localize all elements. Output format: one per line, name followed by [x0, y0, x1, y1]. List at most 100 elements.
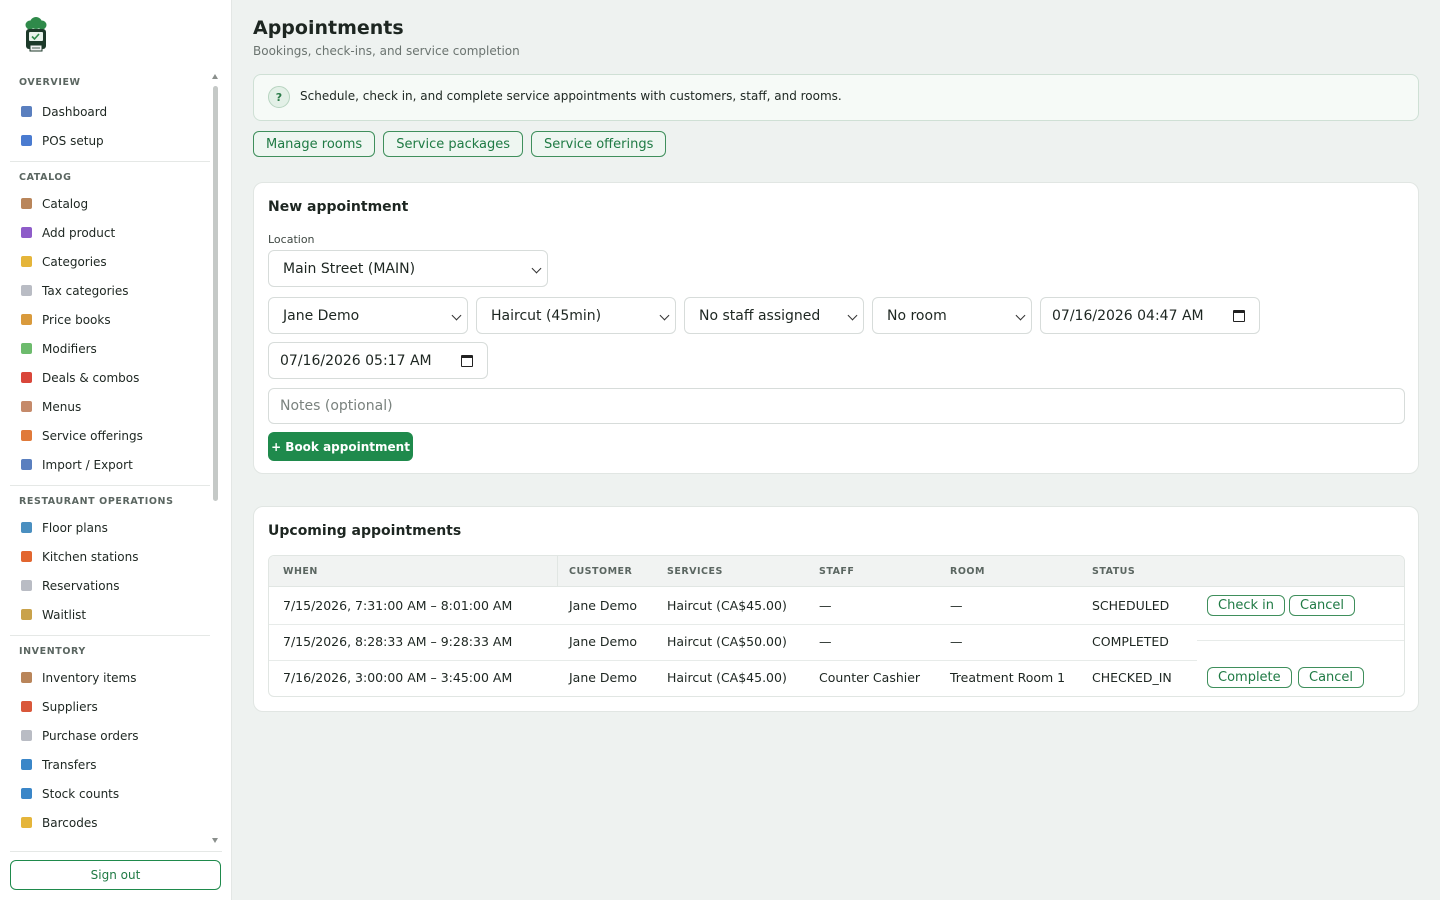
cancel-button[interactable]: Cancel	[1289, 595, 1356, 616]
page-title: Appointments	[253, 17, 404, 39]
sidebar-item-deals-combos[interactable]: Deals & combos	[0, 363, 222, 392]
service-select-value: Haircut (45min)	[491, 307, 602, 324]
plus-icon	[21, 227, 32, 238]
app-logo-icon	[25, 17, 47, 52]
complete-button[interactable]: Complete	[1207, 667, 1292, 688]
sidebar-item-label: Floor plans	[42, 520, 108, 535]
sidebar-item-label: Barcodes	[42, 815, 98, 830]
sidebar-item-tax-categories[interactable]: Tax categories	[0, 276, 222, 305]
info-text: Schedule, check in, and complete service…	[300, 89, 842, 103]
sidebar-item-kitchen-stations[interactable]: Kitchen stations	[0, 542, 222, 571]
sidebar-item-reservations[interactable]: Reservations	[0, 571, 222, 600]
sidebar-item-modifiers[interactable]: Modifiers	[0, 334, 222, 363]
scroll-up-arrow-icon[interactable]	[212, 74, 218, 79]
divider	[10, 161, 210, 162]
cell-room: Treatment Room 1	[950, 670, 1066, 685]
cell-services: Haircut (CA$45.00)	[667, 598, 787, 613]
cell-staff: —	[819, 598, 832, 613]
service-packages-button[interactable]: Service packages	[383, 131, 524, 157]
column-header-room: ROOM	[950, 566, 985, 577]
book-appointment-button[interactable]: + Book appointment	[268, 432, 413, 461]
info-banner: ? Schedule, check in, and complete servi…	[253, 74, 1419, 121]
room-select[interactable]: No room	[872, 297, 1032, 334]
service-offerings-button[interactable]: Service offerings	[531, 131, 667, 157]
column-header-staff: STAFF	[819, 566, 855, 577]
page-subtitle: Bookings, check-ins, and service complet…	[253, 44, 520, 58]
sidebar-item-label: Catalog	[42, 196, 89, 211]
check-in-button[interactable]: Check in	[1207, 595, 1285, 616]
sidebar-item-menus[interactable]: Menus	[0, 392, 222, 421]
sidebar-item-stock-counts[interactable]: Stock counts	[0, 779, 222, 808]
chevron-down-icon	[659, 310, 670, 321]
sidebar-nav: OVERVIEW Dashboard POS setup CATALOG Cat…	[0, 70, 222, 848]
chevron-down-icon	[1015, 310, 1026, 321]
sidebar-item-label: Suppliers	[42, 699, 98, 714]
sidebar-item-label: Waitlist	[42, 607, 87, 622]
location-select[interactable]: Main Street (MAIN)	[268, 250, 548, 287]
sidebar-item-purchase-orders[interactable]: Purchase orders	[0, 721, 222, 750]
customer-select[interactable]: Jane Demo	[268, 297, 468, 334]
sidebar-item-floor-plans[interactable]: Floor plans	[0, 513, 222, 542]
calendar-icon[interactable]	[461, 355, 473, 367]
table-row: 7/15/2026, 8:28:33 AM – 9:28:33 AM Jane …	[269, 624, 1404, 660]
sidebar-item-label: Kitchen stations	[42, 549, 139, 564]
sidebar-item-waitlist[interactable]: Waitlist	[0, 600, 222, 629]
notes-input[interactable]: Notes (optional)	[268, 388, 1405, 424]
chevron-down-icon	[531, 263, 542, 274]
sidebar-item-service-offerings[interactable]: Service offerings	[0, 421, 222, 450]
staff-select[interactable]: No staff assigned	[684, 297, 864, 334]
cell-when: 7/15/2026, 7:31:00 AM – 8:01:00 AM	[283, 598, 513, 613]
sidebar-item-add-product[interactable]: Add product	[0, 218, 222, 247]
sidebar-item-label: Tax categories	[42, 283, 129, 298]
sidebar-scrollbar[interactable]	[213, 86, 218, 501]
appointments-table: WHEN CUSTOMER SERVICES STAFF ROOM STATUS…	[268, 555, 1405, 697]
sidebar-item-catalog[interactable]: Catalog	[0, 189, 222, 218]
sidebar-item-label: Menus	[42, 399, 82, 414]
end-datetime-input[interactable]: 07/16/2026 05:17 AM	[268, 342, 488, 379]
sidebar-item-barcodes[interactable]: Barcodes	[0, 808, 222, 837]
box-icon	[21, 198, 32, 209]
cell-status: COMPLETED	[1092, 634, 1169, 649]
sidebar: OVERVIEW Dashboard POS setup CATALOG Cat…	[0, 0, 232, 900]
bar-chart-icon	[21, 106, 32, 117]
cell-staff: —	[819, 634, 832, 649]
sidebar-item-price-books[interactable]: Price books	[0, 305, 222, 334]
calendar-icon[interactable]	[1233, 310, 1245, 322]
transfer-icon	[21, 759, 32, 770]
start-datetime-input[interactable]: 07/16/2026 04:47 AM	[1040, 297, 1260, 334]
map-icon	[21, 522, 32, 533]
cell-staff: Counter Cashier	[819, 670, 921, 685]
scroll-down-arrow-icon[interactable]	[212, 838, 218, 843]
sidebar-item-label: Transfers	[42, 757, 97, 772]
help-icon: ?	[268, 86, 290, 108]
section-title-restaurant-operations: RESTAURANT OPERATIONS	[19, 496, 174, 507]
cell-when: 7/16/2026, 3:00:00 AM – 3:45:00 AM	[283, 670, 513, 685]
manage-rooms-button[interactable]: Manage rooms	[253, 131, 376, 157]
sidebar-item-label: Purchase orders	[42, 728, 139, 743]
sidebar-item-import-export[interactable]: Import / Export	[0, 450, 222, 479]
sidebar-item-categories[interactable]: Categories	[0, 247, 222, 276]
divider	[10, 851, 222, 852]
sidebar-item-label: POS setup	[42, 133, 104, 148]
service-select[interactable]: Haircut (45min)	[476, 297, 676, 334]
cell-room: —	[950, 598, 963, 613]
calendar-icon	[21, 580, 32, 591]
sidebar-item-suppliers[interactable]: Suppliers	[0, 692, 222, 721]
sidebar-item-inventory-items[interactable]: Inventory items	[0, 663, 222, 692]
quick-links: Manage rooms Service packages Service of…	[253, 131, 667, 157]
cell-customer: Jane Demo	[569, 634, 638, 649]
start-datetime-value: 07/16/2026 04:47 AM	[1052, 307, 1204, 324]
sidebar-item-transfers[interactable]: Transfers	[0, 750, 222, 779]
sidebar-item-dashboard[interactable]: Dashboard	[0, 97, 222, 126]
chevron-down-icon	[847, 310, 858, 321]
column-header-customer: CUSTOMER	[569, 566, 633, 577]
location-select-value: Main Street (MAIN)	[283, 260, 416, 277]
sidebar-item-pos-setup[interactable]: POS setup	[0, 126, 222, 155]
sign-out-button[interactable]: Sign out	[10, 860, 221, 890]
section-title-overview: OVERVIEW	[19, 77, 81, 88]
table-row: 7/15/2026, 7:31:00 AM – 8:01:00 AM Jane …	[269, 587, 1404, 623]
customer-select-value: Jane Demo	[283, 307, 360, 324]
section-title-inventory: INVENTORY	[19, 646, 86, 657]
cancel-button[interactable]: Cancel	[1298, 667, 1365, 688]
folder-icon	[21, 256, 32, 267]
